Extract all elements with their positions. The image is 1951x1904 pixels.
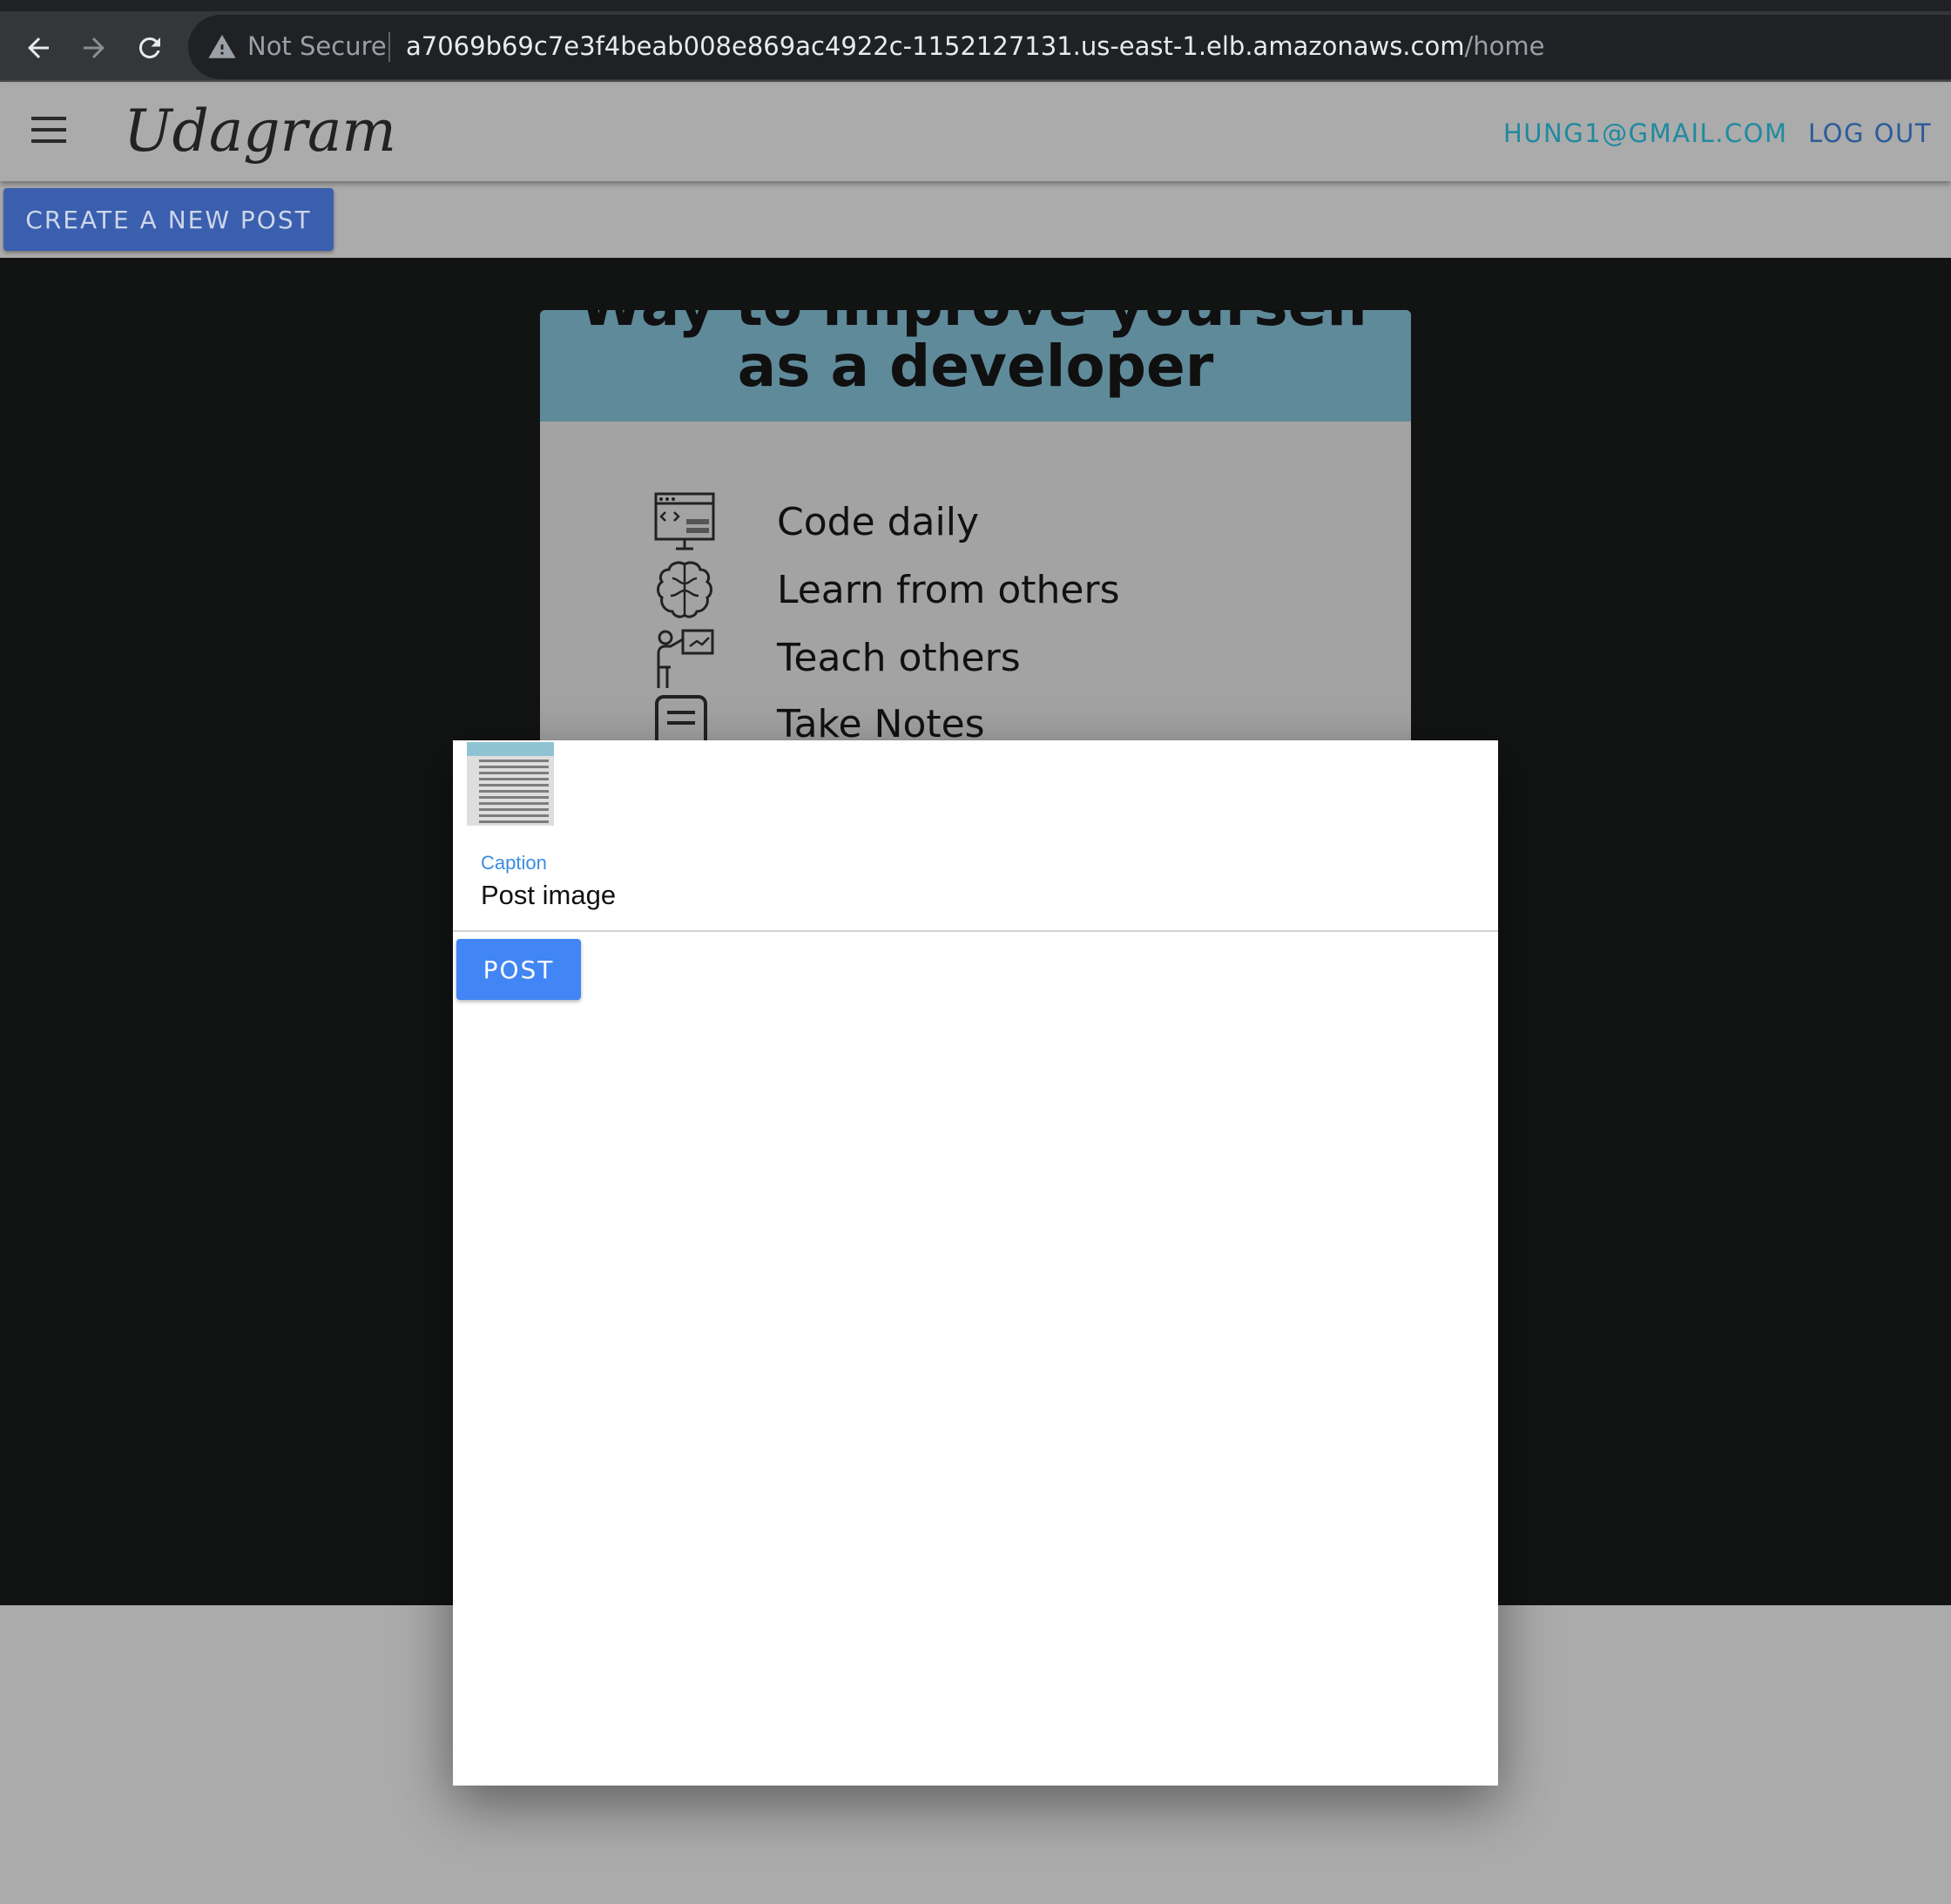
app-logo[interactable]: Udagram [124,98,396,165]
app-header: Udagram HUNG1@GMAIL.COM LOG OUT [0,84,1951,181]
back-button[interactable] [19,29,57,67]
post-button[interactable]: POST [456,939,581,1000]
notes-icon [655,695,707,740]
caption-underline [453,930,1498,932]
caption-label: Caption [481,852,547,874]
code-window-icon [654,492,715,550]
url-text[interactable]: a7069b69c7e3f4beab008e869ac4922c-1152127… [406,31,1544,61]
url-host: a7069b69c7e3f4beab008e869ac4922c-1152127… [406,31,1465,61]
tip-text: Take Notes [777,702,985,740]
new-post-dialog: Caption POST [453,740,1498,1786]
post-image-banner: Way to improve yourself as a developer [540,310,1411,422]
tip-text: Learn from others [777,568,1120,612]
tip-text: Code daily [777,500,980,544]
brain-icon [657,561,712,618]
address-divider [388,32,390,62]
address-bar[interactable]: Not Secure a7069b69c7e3f4beab008e869ac49… [188,15,1951,79]
reload-button[interactable] [131,29,169,67]
browser-toolbar: Not Secure a7069b69c7e3f4beab008e869ac49… [0,11,1951,82]
user-email-link[interactable]: HUNG1@GMAIL.COM [1503,118,1788,148]
url-path: /home [1464,31,1545,61]
forward-button[interactable] [75,29,113,67]
caption-input[interactable] [481,880,1439,911]
browser-tab-strip [0,0,1951,11]
tip-text: Teach others [777,636,1021,680]
back-arrow-icon [28,37,49,58]
image-preview-thumbnail [467,742,554,826]
reload-icon [138,37,160,58]
post-image-title: as a developer [737,333,1214,400]
warning-icon [208,34,236,58]
hamburger-menu-icon[interactable] [31,117,66,146]
logout-button[interactable]: LOG OUT [1808,118,1932,148]
feed-post-image: Way to improve yourself as a developer C… [540,310,1411,740]
security-indicator[interactable]: Not Secure [247,31,387,61]
create-new-post-button[interactable]: CREATE A NEW POST [3,188,334,251]
forward-arrow-icon [84,37,105,58]
teacher-board-icon [657,629,714,688]
